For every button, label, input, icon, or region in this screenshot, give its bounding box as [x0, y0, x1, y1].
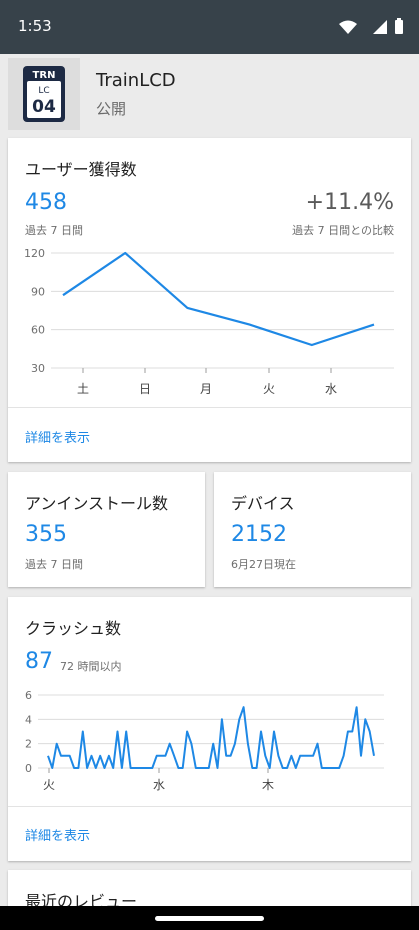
divider — [8, 806, 411, 807]
app-name: TrainLCD — [96, 70, 176, 91]
y-tick-label: 4 — [25, 713, 32, 726]
navigation-bar — [0, 906, 419, 930]
status-bar: 1:53 — [0, 0, 419, 54]
x-tick-label: 火 — [43, 778, 55, 792]
crashes-period: 72 時間以内 — [60, 660, 122, 673]
app-header: TRN LC 04 TrainLCD 公開 — [0, 54, 419, 130]
uninstalls-card: アンインストール数 355 過去 7 日間 — [8, 472, 205, 587]
x-tick-label: 日 — [139, 382, 151, 396]
user-acquisition-change: +11.4% — [305, 190, 394, 215]
x-tick-label: 土 — [77, 382, 89, 396]
devices-card: デバイス 2152 6月27日現在 — [214, 472, 411, 587]
series-line — [62, 251, 375, 347]
y-tick-label: 90 — [31, 285, 45, 298]
user-acquisition-chart: 120 90 60 30 土 日 月 火 水 — [24, 247, 394, 396]
y-tick-label: 6 — [25, 689, 32, 702]
crashes-count: 87 — [25, 649, 53, 674]
y-tick-label: 120 — [24, 247, 45, 260]
x-tick-label: 水 — [153, 778, 165, 792]
app-icon: TRN LC 04 — [8, 58, 80, 130]
status-time: 1:53 — [18, 17, 52, 35]
x-tick-label: 月 — [200, 382, 212, 396]
wifi-icon — [339, 20, 357, 34]
crashes-title: クラッシュ数 — [25, 619, 122, 638]
uninstalls-title: アンインストール数 — [25, 494, 169, 513]
divider — [8, 407, 411, 408]
app-icon-line-text: LC — [38, 86, 49, 96]
user-acquisition-details-link[interactable]: 詳細を表示 — [25, 427, 90, 446]
train-lcd-logo: TRN LC 04 — [23, 66, 65, 122]
devices-count: 2152 — [231, 522, 287, 547]
x-tick-label: 火 — [263, 382, 275, 396]
devices-as-of: 6月27日現在 — [231, 558, 296, 571]
crashes-details-link[interactable]: 詳細を表示 — [25, 825, 90, 844]
app-status: 公開 — [96, 100, 127, 118]
crashes-chart: 6 4 2 0火 水 木 — [25, 689, 384, 792]
user-acquisition-card: ユーザー獲得数 458 過去 7 日間 +11.4% 過去 7 日間との比較 1… — [8, 138, 411, 462]
user-acquisition-change-label: 過去 7 日間との比較 — [292, 224, 394, 237]
cellular-signal-icon — [373, 20, 387, 34]
user-acquisition-count: 458 — [25, 190, 67, 215]
y-tick-label: 2 — [25, 738, 32, 751]
app-icon-top-text: TRN — [33, 70, 56, 81]
user-acquisition-title: ユーザー獲得数 — [25, 160, 137, 179]
x-tick-label: 木 — [262, 778, 274, 792]
battery-icon — [395, 20, 403, 34]
y-tick-label: 30 — [31, 362, 45, 375]
y-tick-label: 60 — [31, 324, 45, 337]
home-gesture-handle[interactable] — [155, 916, 264, 921]
uninstalls-count: 355 — [25, 522, 67, 547]
y-tick-label: 0 — [25, 762, 32, 775]
series-line — [47, 706, 375, 769]
app-icon-number-text: 04 — [32, 97, 56, 117]
user-acquisition-period: 過去 7 日間 — [25, 224, 83, 237]
uninstalls-period: 過去 7 日間 — [25, 558, 83, 571]
devices-title: デバイス — [231, 494, 295, 513]
crashes-card: クラッシュ数 87 72 時間以内 6 4 2 0火 水 木 詳細を表示 — [8, 597, 411, 861]
status-icons — [339, 18, 403, 34]
x-tick-label: 水 — [325, 382, 337, 396]
